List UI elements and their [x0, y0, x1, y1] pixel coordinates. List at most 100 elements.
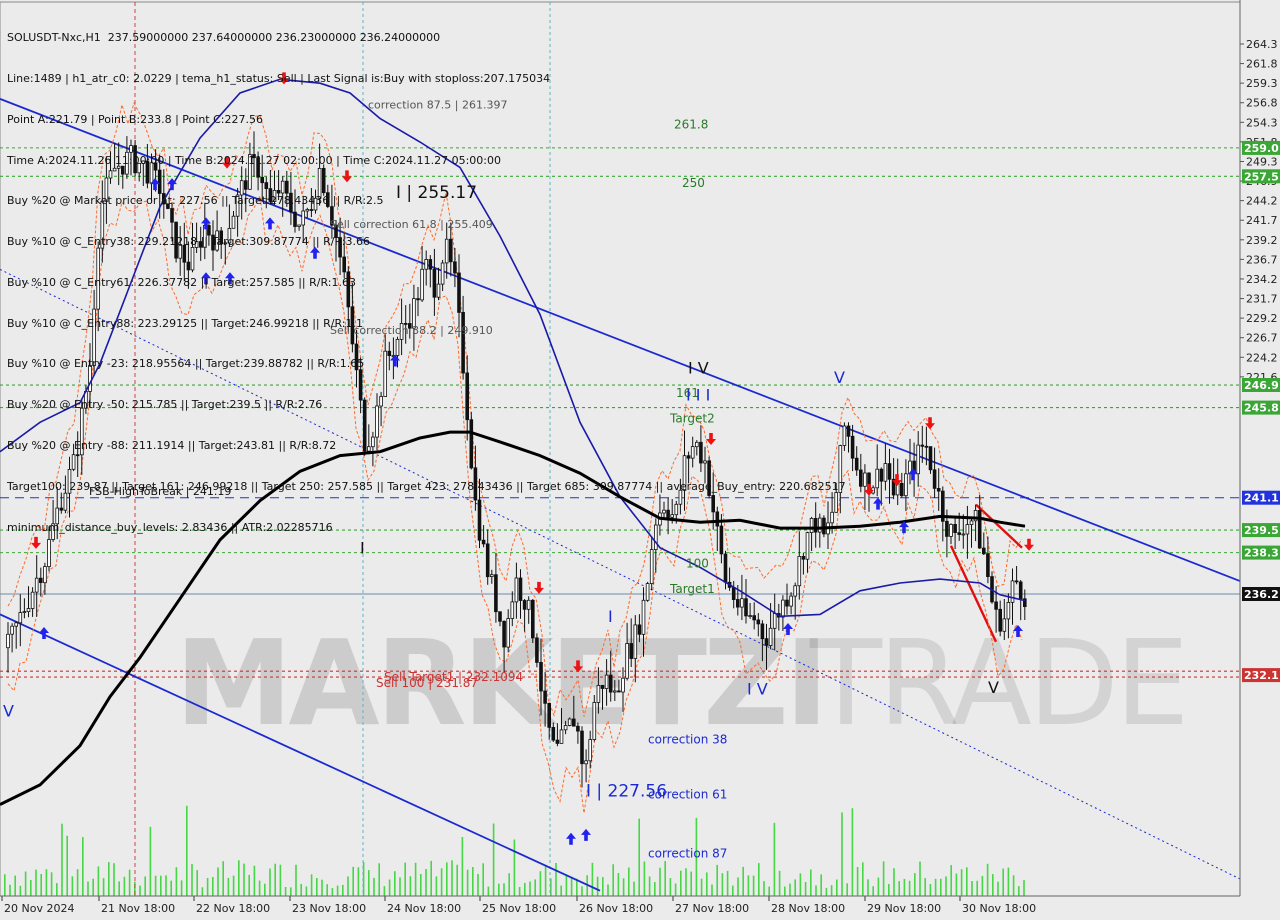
- candle-body: [576, 725, 580, 732]
- candle-body: [518, 577, 523, 601]
- volume-bar: [607, 884, 609, 896]
- candle-body: [559, 729, 564, 744]
- y-tick-label-13: 231.7: [1246, 293, 1278, 306]
- volume-bar: [851, 808, 854, 896]
- candle-body: [645, 583, 650, 601]
- volume-bar: [45, 869, 48, 896]
- price-tag-4: 241.1: [1244, 492, 1279, 505]
- volume-bar: [40, 874, 42, 896]
- volume-bar: [612, 864, 614, 896]
- volume-bar: [815, 885, 817, 896]
- volume-bar: [440, 868, 443, 896]
- candle-body: [887, 463, 892, 480]
- volume-bar: [903, 878, 906, 896]
- info-line-buy-c88: Buy %10 @ C_Entry88: 223.29125 || Target…: [7, 316, 363, 330]
- candle-body: [489, 574, 494, 578]
- volume-bar: [685, 868, 687, 896]
- volume-bar: [61, 823, 63, 896]
- volume-bar: [253, 865, 256, 896]
- volume-bar: [498, 883, 500, 896]
- candle-body: [846, 425, 851, 437]
- volume-bar: [534, 879, 536, 896]
- x-tick-label-8: 28 Nov 18:00: [771, 902, 845, 915]
- volume-bar: [992, 874, 994, 896]
- volume-bar: [123, 876, 126, 896]
- volume-bar: [737, 877, 739, 896]
- volume-bar: [477, 873, 479, 896]
- candle-body: [617, 690, 621, 693]
- volume-bar: [201, 887, 204, 896]
- volume-bar: [825, 887, 828, 896]
- volume-bar: [1012, 875, 1015, 896]
- volume-bar: [404, 862, 406, 896]
- candle-body: [613, 690, 617, 693]
- info-line-buy-e50: Buy %20 @ Entry -50: 215.785 || Target:2…: [7, 398, 323, 412]
- candle-body: [850, 435, 855, 459]
- x-tick-label-4: 24 Nov 18:00: [387, 902, 461, 915]
- volume-bar: [789, 883, 791, 896]
- volume-bar: [981, 875, 984, 896]
- volume-bar: [1018, 886, 1020, 896]
- y-tick-label-14: 229.2: [1246, 312, 1278, 325]
- volume-bar: [300, 883, 302, 896]
- annotation-label-17: Sell 100 | 231.87: [376, 676, 478, 690]
- volume-bar: [763, 881, 765, 896]
- volume-bar: [830, 885, 833, 896]
- volume-bar: [669, 878, 672, 896]
- annotation-label-12: Target1: [669, 582, 715, 596]
- volume-bar: [290, 887, 292, 896]
- x-tick-label-1: 21 Nov 18:00: [101, 902, 175, 915]
- chart: MARKETZI TRADE I | 255.17 correction 87.5…: [0, 0, 1280, 920]
- price-tag-0: 259.0: [1244, 142, 1279, 155]
- volume-bar: [747, 875, 750, 896]
- candle-body: [957, 532, 961, 535]
- info-line-times: Time A:2024.11.26 11:00:00 | Time B:2024…: [7, 153, 501, 167]
- x-tick-label-5: 25 Nov 18:00: [482, 902, 556, 915]
- volume-bar: [872, 886, 874, 896]
- volume-bar: [804, 882, 807, 896]
- volume-bar: [565, 874, 568, 896]
- volume-bar: [388, 879, 391, 896]
- volume-bar: [919, 861, 921, 896]
- volume-bar: [310, 874, 313, 896]
- annotation-label-18: I V: [747, 680, 768, 699]
- volume-bar: [196, 870, 198, 896]
- info-line-buy-e23: Buy %10 @ Entry -23: 218.95564 || Target…: [7, 357, 365, 371]
- x-tick-label-10: 30 Nov 18:00: [962, 902, 1036, 915]
- volume-bar: [19, 885, 22, 896]
- info-line-buy-c61: Buy %10 @ C_Entry61: 226.37782 || Target…: [7, 275, 356, 289]
- candle-body: [604, 674, 609, 689]
- volume-bar: [768, 886, 770, 896]
- price-tag-1: 257.5: [1244, 170, 1279, 183]
- volume-bar: [316, 878, 318, 896]
- volume-bar: [784, 886, 786, 896]
- candle-body: [580, 730, 584, 765]
- candle-body: [555, 739, 560, 744]
- candle-body: [785, 599, 789, 607]
- volume-bar: [92, 878, 94, 896]
- volume-bar: [446, 862, 448, 896]
- volume-bar: [862, 862, 864, 896]
- price-tag-6: 238.3: [1244, 547, 1279, 560]
- y-tick-label-10: 239.2: [1246, 234, 1278, 247]
- candle-body: [641, 599, 646, 635]
- volume-bar: [524, 882, 526, 896]
- candle-body: [953, 524, 957, 534]
- volume-bar: [206, 878, 209, 896]
- y-tick-label-11: 236.7: [1246, 253, 1278, 266]
- candle-body: [793, 585, 797, 597]
- info-line-buy-market: Buy %20 @ Market price or at: 227.56 || …: [7, 194, 384, 208]
- volume-bar: [420, 874, 422, 896]
- x-tick-label-9: 29 Nov 18:00: [867, 902, 941, 915]
- candle-body: [526, 599, 531, 610]
- volume-bar: [914, 873, 916, 896]
- volume-bar: [118, 881, 120, 896]
- candle-body: [506, 618, 510, 648]
- x-tick-label-2: 22 Nov 18:00: [196, 902, 270, 915]
- candle-body: [883, 463, 888, 482]
- watermark: MARKETZI TRADE: [175, 614, 1189, 752]
- volume-bar: [336, 885, 339, 896]
- volume-bar: [555, 863, 557, 896]
- candle-body: [629, 643, 633, 659]
- info-line-buy-e88: Buy %20 @ Entry -88: 211.1914 || Target:…: [7, 439, 337, 452]
